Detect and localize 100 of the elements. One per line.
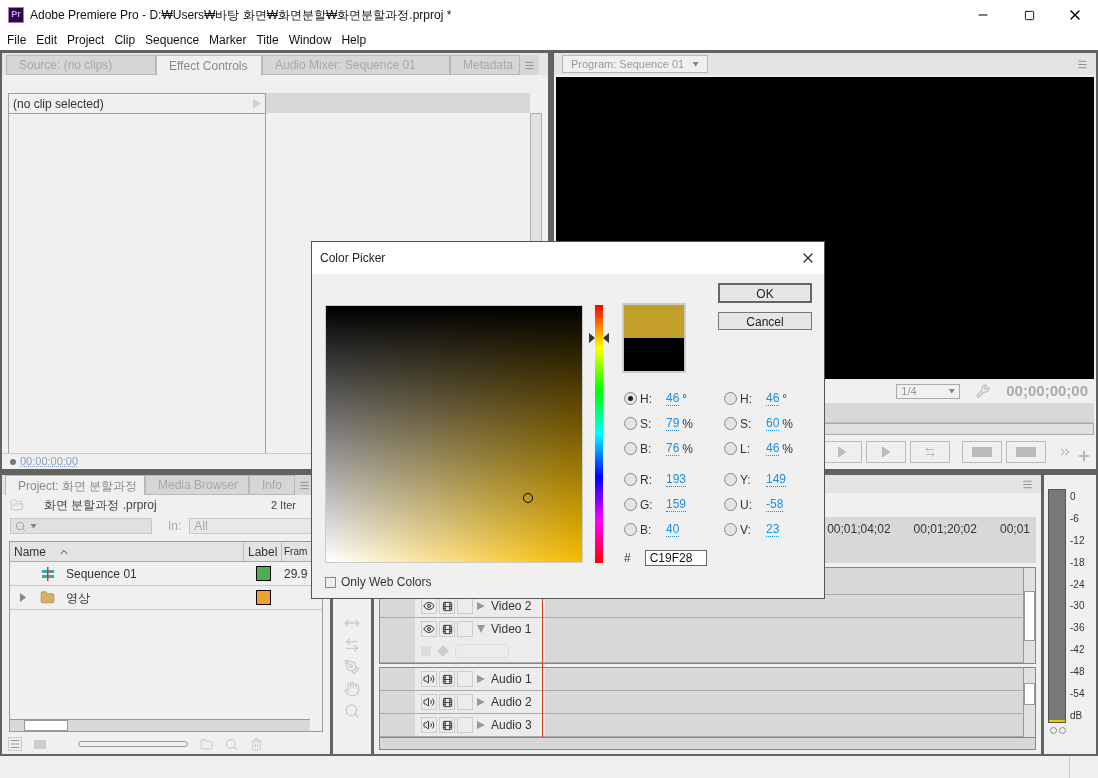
caret-icon[interactable]: [692, 61, 700, 67]
panel-menu-icon[interactable]: [299, 479, 310, 491]
timecode: 00:00:00:00: [20, 454, 79, 470]
radio-button[interactable]: [624, 473, 637, 486]
radio-button[interactable]: [724, 498, 737, 511]
horizontal-scrollbar[interactable]: [379, 738, 1036, 750]
sync-lock-toggle[interactable]: [439, 694, 455, 710]
field-label: S:: [740, 415, 753, 433]
eye-icon: [423, 623, 435, 635]
panel-tab[interactable]: Project: 화면 분할과정: [5, 475, 145, 495]
value-field[interactable]: 60: [766, 416, 780, 431]
value-field[interactable]: 149: [766, 472, 787, 487]
menu-item[interactable]: Help: [336, 31, 372, 49]
meter-scale-label: -54: [1070, 687, 1085, 701]
radio-button[interactable]: [624, 498, 637, 511]
film-icon: [441, 600, 453, 612]
radio-button[interactable]: [624, 417, 637, 430]
lock-toggle[interactable]: [457, 694, 473, 710]
radio-button[interactable]: [724, 523, 737, 536]
hex-input[interactable]: C19F28: [644, 550, 707, 566]
radio-button[interactable]: [724, 442, 737, 455]
lift-icon: [1016, 447, 1036, 457]
menu-item[interactable]: Project: [62, 31, 110, 49]
lock-toggle[interactable]: [457, 621, 473, 637]
lift-extract-button[interactable]: [1006, 441, 1046, 463]
scrollbar[interactable]: [1023, 668, 1035, 737]
pen-icon[interactable]: [344, 659, 360, 675]
visibility-toggle[interactable]: [421, 717, 437, 733]
sync-lock-toggle[interactable]: [439, 671, 455, 687]
sync-lock-toggle[interactable]: [439, 621, 455, 637]
value-field[interactable]: 23: [766, 522, 780, 537]
track-name: Video 1: [491, 621, 532, 638]
search-field[interactable]: [10, 518, 152, 534]
radio-button[interactable]: [624, 523, 637, 536]
insert-icon: [924, 446, 936, 458]
scrollbar-thumb[interactable]: [1024, 683, 1035, 705]
panel-menu-icon[interactable]: [1077, 58, 1088, 70]
caret-icon[interactable]: [948, 388, 956, 394]
value-field[interactable]: 193: [666, 472, 687, 487]
folder-up-icon[interactable]: [10, 498, 24, 512]
panel-tab[interactable]: Effect Controls: [156, 55, 262, 75]
wrench-icon[interactable]: [976, 384, 991, 398]
timecode: 00;00;00;00: [1006, 380, 1088, 401]
cancel-button[interactable]: Cancel: [718, 312, 812, 330]
menu-item[interactable]: Edit: [31, 31, 63, 49]
lift-extract-button[interactable]: [962, 441, 1002, 463]
radio-button[interactable]: [624, 442, 637, 455]
radio-button[interactable]: [724, 392, 737, 405]
panel-menu-icon[interactable]: [1022, 478, 1033, 490]
zoom-dropdown[interactable]: 1/4: [896, 383, 961, 399]
hand-icon[interactable]: [344, 681, 360, 697]
visibility-toggle[interactable]: [421, 621, 437, 637]
scrollbar[interactable]: [1023, 568, 1035, 663]
menu-item[interactable]: File: [2, 31, 32, 49]
panel-menu-icon[interactable]: [524, 59, 535, 71]
color-field[interactable]: [325, 305, 583, 563]
label-swatch[interactable]: [255, 566, 271, 581]
visibility-toggle[interactable]: [421, 694, 437, 710]
icon-view-icon[interactable]: [34, 739, 46, 749]
column-header[interactable]: Name: [10, 542, 244, 561]
radio-button[interactable]: [724, 417, 737, 430]
eye-icon: [423, 600, 435, 612]
value-field[interactable]: 46: [766, 441, 780, 456]
scrollbar-thumb[interactable]: [1024, 590, 1035, 641]
radio-button[interactable]: [724, 473, 737, 486]
track-name: Audio 1: [491, 671, 532, 688]
sync-lock-toggle[interactable]: [439, 717, 455, 733]
value-field[interactable]: 159: [666, 497, 687, 512]
caret-icon[interactable]: [30, 523, 37, 529]
slide-icon[interactable]: [344, 637, 360, 653]
value-field[interactable]: 79: [666, 416, 680, 431]
ok-button[interactable]: OK: [718, 283, 812, 303]
hash-label: #: [624, 550, 631, 567]
value-field[interactable]: 40: [666, 522, 680, 537]
menu-item[interactable]: Title: [251, 31, 284, 49]
menu-item[interactable]: Clip: [109, 31, 141, 49]
value-field[interactable]: 46: [766, 391, 780, 406]
add-icon[interactable]: [1076, 448, 1092, 464]
value-field[interactable]: -58: [766, 497, 784, 512]
value-field[interactable]: 46: [666, 391, 680, 406]
list-view-icon[interactable]: [8, 737, 22, 751]
maximize-icon[interactable]: [1023, 9, 1035, 21]
folder-icon: [40, 590, 55, 605]
lock-toggle[interactable]: [457, 671, 473, 687]
label-swatch[interactable]: [255, 590, 271, 605]
value-field[interactable]: 76: [666, 441, 680, 456]
horizontal-scrollbar[interactable]: [10, 719, 310, 731]
menu-item[interactable]: Window: [283, 31, 337, 49]
more-icon[interactable]: [1058, 445, 1072, 459]
column-header[interactable]: Label: [244, 542, 282, 561]
radio-button[interactable]: [624, 392, 637, 405]
field-label: H:: [640, 390, 653, 408]
panel-tab[interactable]: Program: Sequence 01: [562, 55, 709, 73]
visibility-toggle[interactable]: [421, 671, 437, 687]
checkbox[interactable]: [325, 576, 336, 588]
menu-item[interactable]: Marker: [204, 31, 252, 49]
lock-toggle[interactable]: [457, 717, 473, 733]
search-icon[interactable]: [344, 703, 360, 719]
scrollbar-thumb[interactable]: [24, 720, 68, 731]
menu-item[interactable]: Sequence: [140, 31, 205, 49]
